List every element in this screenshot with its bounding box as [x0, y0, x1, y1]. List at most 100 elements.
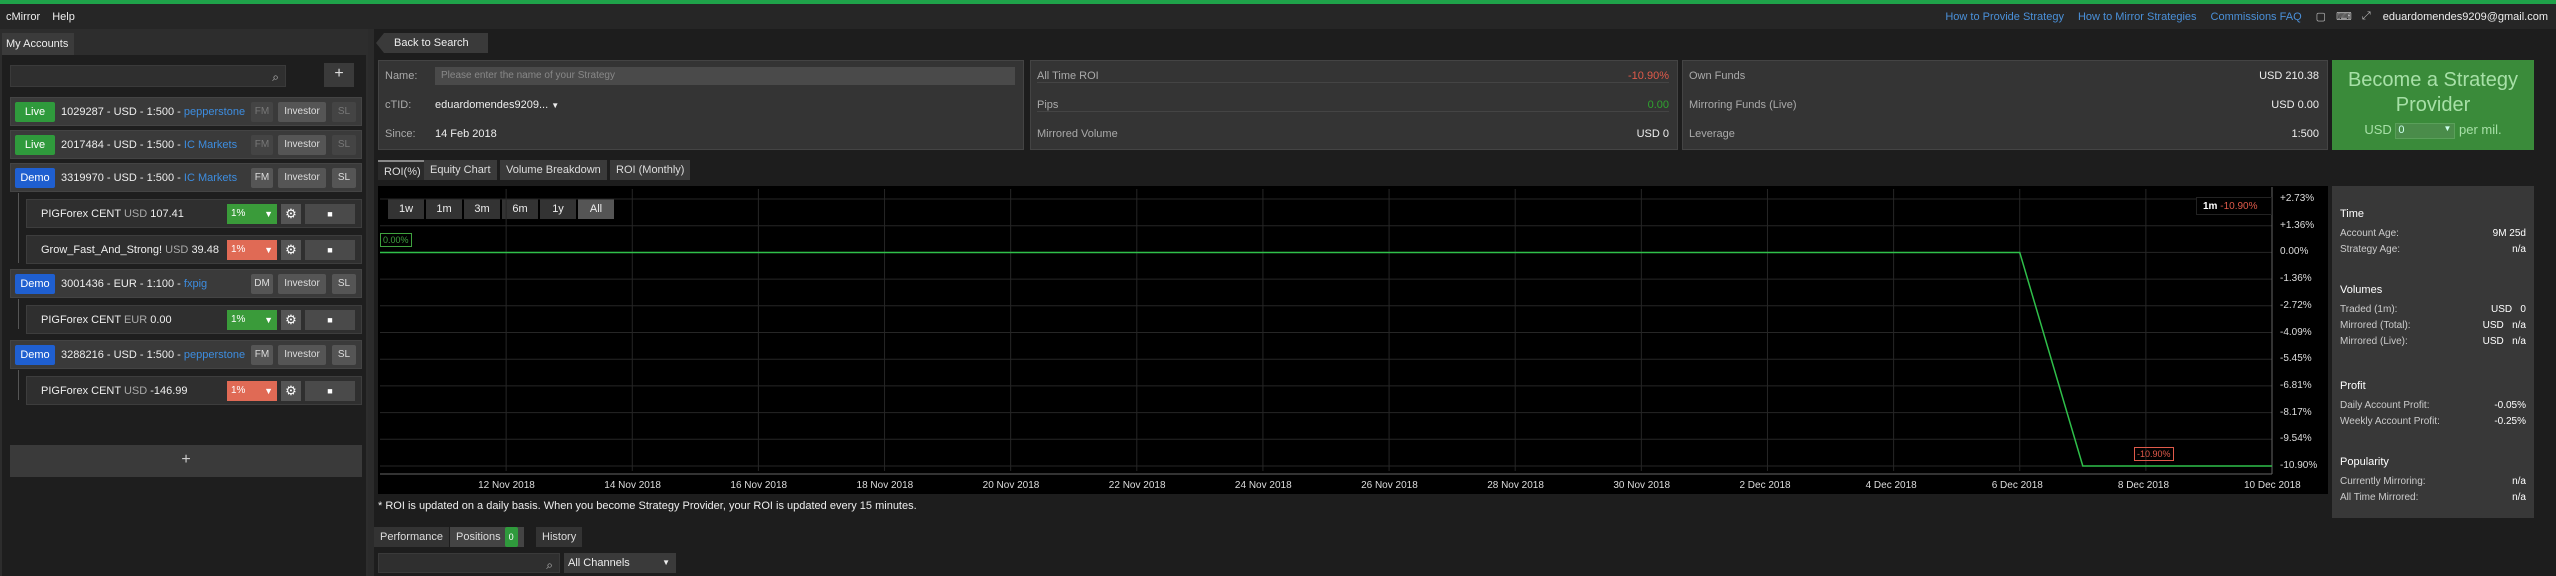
- account-row[interactable]: Live 1029287 - USD - 1:500 - pepperstone…: [10, 97, 362, 126]
- account-row[interactable]: Demo 3288216 - USD - 1:500 - pepperstone…: [10, 340, 362, 369]
- account-info: 3319970 - USD - 1:500 - IC Markets: [61, 172, 238, 184]
- x-tick-label: 10 Dec 2018: [2244, 480, 2301, 491]
- ctid-select[interactable]: eduardomendes9209... ▼: [435, 99, 559, 111]
- account-row[interactable]: Live 2017484 - USD - 1:500 - IC Markets …: [10, 130, 362, 159]
- strategy-name-input[interactable]: Please enter the name of your Strategy: [435, 67, 1015, 85]
- account-type-badge: Demo: [15, 168, 55, 188]
- leverage-label: Leverage: [1689, 128, 1735, 140]
- strategy-row[interactable]: PIGForex CENT USD 107.41 1% ▼ ⚙ ■: [26, 199, 362, 228]
- sl-button[interactable]: SL: [332, 345, 356, 365]
- tab-volume-breakdown[interactable]: Volume Breakdown: [500, 160, 607, 180]
- stop-button[interactable]: ■: [305, 310, 355, 330]
- fm-button[interactable]: FM: [251, 168, 273, 188]
- link-commissions-faq[interactable]: Commissions FAQ: [2211, 11, 2302, 23]
- menu-cmirror[interactable]: cMirror: [0, 11, 46, 23]
- link-mirror-strategies[interactable]: How to Mirror Strategies: [2078, 11, 2197, 23]
- chevron-down-icon: ▼: [662, 558, 670, 567]
- become-provider-panel[interactable]: Become a Strategy Provider USD 0 ▼ per m…: [2332, 60, 2534, 150]
- tab-history[interactable]: History: [536, 527, 583, 547]
- account-row[interactable]: Demo 3319970 - USD - 1:500 - IC Markets …: [10, 163, 362, 192]
- back-to-search-button[interactable]: Back to Search: [376, 33, 488, 53]
- sl-button[interactable]: SL: [332, 274, 356, 294]
- traded-label: Traded (1m):: [2340, 304, 2398, 315]
- tab-roi[interactable]: ROI(%): [378, 160, 427, 180]
- gear-icon[interactable]: ⚙: [281, 204, 301, 224]
- range-1m-button[interactable]: 1m: [426, 199, 462, 219]
- mirrored-live-label: Mirrored (Live):: [2340, 336, 2408, 347]
- range-1w-button[interactable]: 1w: [388, 199, 424, 219]
- link-provide-strategy[interactable]: How to Provide Strategy: [1945, 11, 2064, 23]
- search-icon: ⌕: [272, 70, 279, 84]
- investor-button[interactable]: Investor: [278, 102, 326, 122]
- investor-button[interactable]: Investor: [278, 168, 326, 188]
- investor-button[interactable]: Investor: [278, 345, 326, 365]
- tab-performance[interactable]: Performance: [374, 527, 449, 547]
- fee-select[interactable]: 0 ▼: [2395, 122, 2456, 139]
- legend-period: 1m: [2203, 201, 2218, 212]
- investor-button[interactable]: Investor: [278, 135, 326, 155]
- stop-button[interactable]: ■: [305, 240, 355, 260]
- roi-chart[interactable]: 1w 1m 3m 6m 1y All: [378, 186, 2328, 494]
- x-tick-label: 6 Dec 2018: [1991, 480, 2043, 491]
- stats-row: [1037, 92, 1669, 112]
- account-type-badge: Demo: [15, 274, 55, 294]
- stop-button[interactable]: ■: [305, 204, 355, 224]
- sl-button[interactable]: SL: [332, 168, 356, 188]
- account-row[interactable]: Demo 3001436 - EUR - 1:100 - fxpig DM In…: [10, 269, 362, 298]
- add-account-button[interactable]: +: [10, 445, 362, 477]
- account-search-input[interactable]: ⌕: [10, 65, 286, 87]
- y-tick-label: -8.17%: [2280, 406, 2312, 418]
- keyboard-icon[interactable]: ⌨: [2336, 10, 2352, 23]
- tab-positions[interactable]: Positions 0: [450, 527, 524, 547]
- fee-row: USD 0 ▼ per mil.: [2332, 122, 2534, 139]
- fm-button[interactable]: FM: [251, 135, 273, 155]
- x-tick-label: 30 Nov 2018: [1613, 480, 1671, 491]
- tree-line: [18, 299, 19, 329]
- investor-button[interactable]: Investor: [278, 274, 326, 294]
- volume-ratio-select[interactable]: 1% ▼: [227, 381, 277, 401]
- menu-help[interactable]: Help: [46, 11, 81, 23]
- tab-equity-chart[interactable]: Equity Chart: [424, 160, 497, 180]
- stop-button[interactable]: ■: [305, 381, 355, 401]
- name-label: Name:: [385, 70, 418, 82]
- mirrored-volume-label: Mirrored Volume: [1037, 128, 1118, 140]
- positions-search-input[interactable]: ⌕: [378, 553, 560, 573]
- range-3m-button[interactable]: 3m: [464, 199, 500, 219]
- search-icon: ⌕: [546, 558, 553, 572]
- volume-ratio-select[interactable]: 1% ▼: [227, 240, 277, 260]
- range-1y-button[interactable]: 1y: [540, 199, 576, 219]
- expand-icon[interactable]: ⤢: [2362, 10, 2371, 23]
- x-tick-label: 26 Nov 2018: [1361, 480, 1418, 491]
- tab-roi-monthly[interactable]: ROI (Monthly): [610, 160, 691, 180]
- volume-ratio-select[interactable]: 1% ▼: [227, 204, 277, 224]
- sl-button[interactable]: SL: [332, 102, 356, 122]
- chevron-down-icon: ▼: [264, 245, 273, 255]
- account-info: 3001436 - EUR - 1:100 - fxpig: [61, 278, 208, 290]
- gear-icon[interactable]: ⚙: [281, 381, 301, 401]
- weekly-profit-label: Weekly Account Profit:: [2340, 416, 2440, 427]
- strategy-row[interactable]: PIGForex CENT EUR 0.00 1% ▼ ⚙ ■: [26, 305, 362, 334]
- daily-profit-label: Daily Account Profit:: [2340, 400, 2430, 411]
- gear-icon[interactable]: ⚙: [281, 240, 301, 260]
- fm-button[interactable]: FM: [251, 102, 273, 122]
- strategy-row[interactable]: Grow_Fast_And_Strong! USD 39.48 1% ▼ ⚙ ■: [26, 235, 362, 264]
- volume-ratio-select[interactable]: 1% ▼: [227, 310, 277, 330]
- fm-button[interactable]: FM: [251, 345, 273, 365]
- gear-icon[interactable]: ⚙: [281, 310, 301, 330]
- weekly-profit-value: -0.25%: [2494, 416, 2526, 427]
- y-tick-label: -9.54%: [2280, 433, 2312, 445]
- dm-button[interactable]: DM: [251, 274, 273, 294]
- channels-select[interactable]: All Channels ▼: [564, 553, 676, 573]
- become-provider-title[interactable]: Become a Strategy Provider: [2332, 68, 2534, 118]
- account-type-badge: Live: [15, 135, 55, 155]
- mirrored-volume-value: USD 0: [1636, 128, 1669, 140]
- window-icon[interactable]: ▢: [2316, 10, 2326, 23]
- range-6m-button[interactable]: 6m: [502, 199, 538, 219]
- sl-button[interactable]: SL: [332, 135, 356, 155]
- range-all-button[interactable]: All: [578, 199, 614, 219]
- add-button[interactable]: +: [324, 63, 354, 87]
- strategy-row[interactable]: PIGForex CENT USD -146.99 1% ▼ ⚙ ■: [26, 376, 362, 405]
- user-email[interactable]: eduardomendes9209@gmail.com: [2383, 11, 2548, 23]
- tab-my-accounts[interactable]: My Accounts: [2, 33, 74, 55]
- mirroring-funds-value: USD 0.00: [2271, 99, 2319, 111]
